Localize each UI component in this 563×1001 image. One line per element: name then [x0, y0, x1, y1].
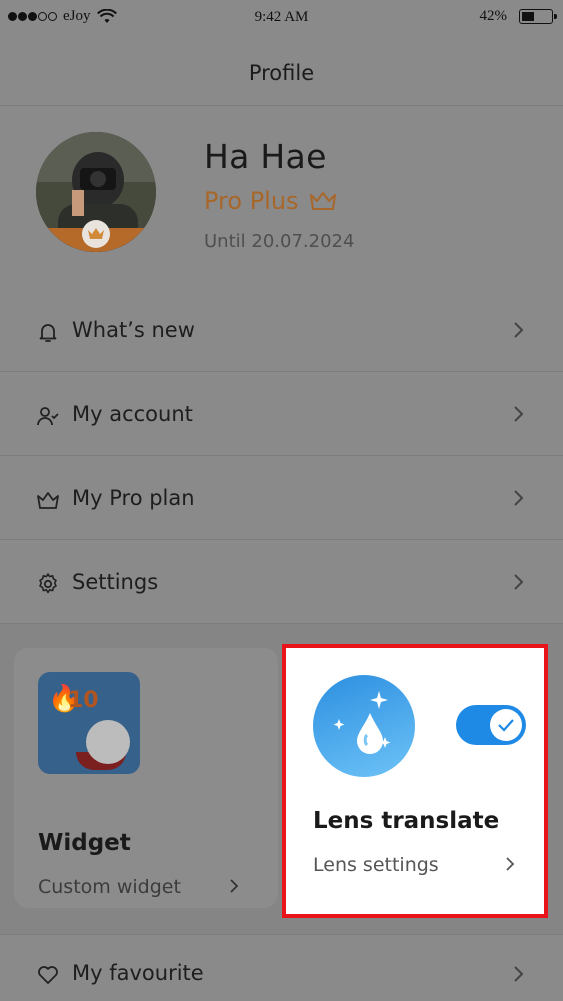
- chevron-right-icon: [514, 966, 524, 982]
- streak-count: 10: [68, 688, 99, 713]
- widget-subtitle: Custom widget: [38, 876, 181, 898]
- chevron-right-icon: [514, 574, 524, 590]
- widget-title: Widget: [38, 830, 131, 856]
- menu-item-my-pro-plan[interactable]: My Pro plan: [0, 456, 563, 540]
- profile-screen: eJoy 9:42 AM 42% Profile Ha Hae Pro Plus…: [0, 0, 563, 1001]
- plan-row: Pro Plus: [204, 187, 337, 215]
- chevron-right-icon: [230, 879, 239, 893]
- menu-item-my-account[interactable]: My account: [0, 372, 563, 456]
- crown-outline-icon: [37, 492, 59, 509]
- astronaut-icon: [86, 720, 130, 764]
- widget-card[interactable]: 🔥 10 Widget Custom widget: [14, 648, 278, 908]
- chevron-right-icon: [514, 490, 524, 506]
- lens-toggle[interactable]: [456, 705, 526, 745]
- menu-item-label: My favourite: [72, 961, 204, 985]
- menu-item-label: My account: [72, 402, 193, 426]
- lens-icon: [313, 675, 415, 777]
- chevron-right-icon: [506, 857, 515, 871]
- chevron-right-icon: [514, 406, 524, 422]
- menu-item-label: What’s new: [72, 318, 195, 342]
- avatar[interactable]: [36, 132, 156, 252]
- profile-section: Ha Hae Pro Plus Until 20.07.2024: [0, 107, 563, 287]
- heart-icon: [38, 966, 58, 984]
- check-icon: [490, 709, 522, 741]
- plan-expiry: Until 20.07.2024: [204, 231, 355, 252]
- profile-name: Ha Hae: [204, 137, 327, 176]
- menu-item-whats-new[interactable]: What’s new: [0, 288, 563, 372]
- page-title: Profile: [248, 61, 315, 85]
- plan-name: Pro Plus: [204, 187, 299, 215]
- menu-list: What’s new My account My Pro plan Settin…: [0, 288, 563, 624]
- crown-icon: [309, 192, 336, 210]
- header: Profile: [0, 36, 563, 106]
- battery-percent: 42%: [479, 8, 508, 24]
- lens-title: Lens translate: [313, 808, 500, 834]
- user-check-icon: [37, 407, 59, 426]
- menu-item-my-favourite[interactable]: My favourite: [0, 934, 563, 1001]
- sparkle-drop-icon: [333, 691, 391, 754]
- crown-badge-icon: [82, 220, 110, 248]
- widget-streak-icon: 🔥 10: [38, 672, 140, 774]
- status-bar: eJoy 9:42 AM 42%: [0, 0, 563, 36]
- status-right: 42%: [479, 8, 557, 25]
- menu-item-settings[interactable]: Settings: [0, 540, 563, 624]
- menu-item-label: My Pro plan: [72, 486, 195, 510]
- chevron-right-icon: [514, 322, 524, 338]
- gear-icon: [39, 573, 57, 594]
- bell-icon: [39, 324, 57, 342]
- battery-icon: [519, 9, 557, 24]
- lens-translate-card[interactable]: Lens translate Lens settings: [282, 644, 548, 918]
- menu-item-label: Settings: [72, 570, 159, 594]
- lens-settings-link[interactable]: Lens settings: [313, 854, 439, 876]
